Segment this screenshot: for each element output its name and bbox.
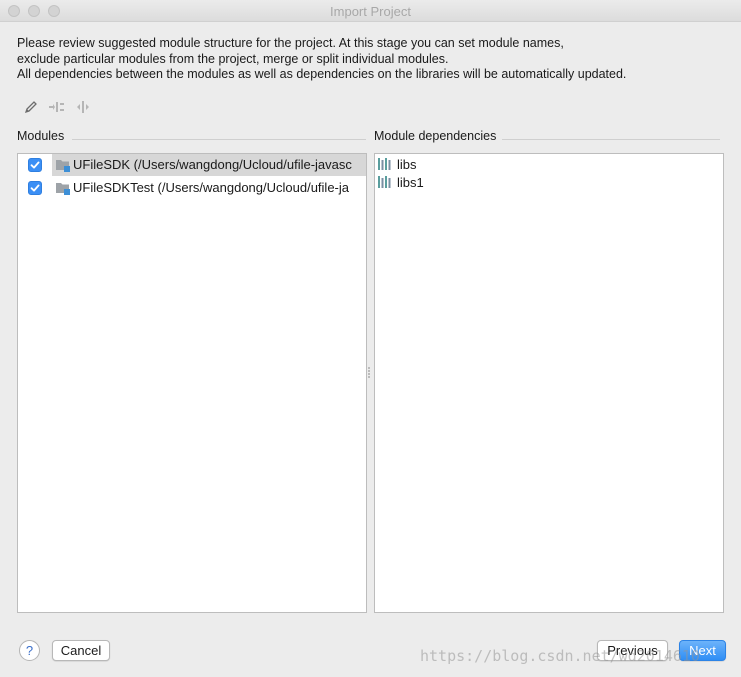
modules-list[interactable]: UFileSDK (/Users/wangdong/Ucloud/ufile-j… <box>17 153 367 613</box>
next-button[interactable]: Next <box>679 640 726 661</box>
pencil-icon[interactable] <box>22 98 40 116</box>
description-line: All dependencies between the modules as … <box>17 67 627 81</box>
description: Please review suggested module structure… <box>17 36 727 83</box>
description-line: exclude particular modules from the proj… <box>17 51 449 66</box>
module-checkbox[interactable] <box>28 158 42 172</box>
library-icon <box>378 158 391 170</box>
module-name: UFileSDK (/Users/wangdong/Ucloud/ufile-j… <box>73 157 352 172</box>
dependencies-label: Module dependencies <box>374 129 497 143</box>
description-line: Please review suggested module structure… <box>17 36 564 50</box>
module-row[interactable]: UFileSDK (/Users/wangdong/Ucloud/ufile-j… <box>18 154 366 176</box>
window-title: Import Project <box>330 4 411 19</box>
checkmark-icon <box>30 161 40 169</box>
previous-button[interactable]: Previous <box>597 640 668 661</box>
library-icon <box>378 176 391 188</box>
dependency-row[interactable]: libs <box>377 155 417 173</box>
checkmark-icon <box>30 184 40 192</box>
dependencies-separator <box>502 139 720 140</box>
module-checkbox[interactable] <box>28 181 42 195</box>
module-folder-icon <box>56 183 70 195</box>
help-button[interactable]: ? <box>19 640 40 661</box>
module-toolbar <box>22 98 92 116</box>
title-bar: Import Project <box>0 0 741 22</box>
module-row[interactable]: UFileSDKTest (/Users/wangdong/Ucloud/ufi… <box>18 177 366 199</box>
split-icon[interactable] <box>74 98 92 116</box>
dependency-name: libs1 <box>397 174 424 190</box>
modules-separator <box>72 139 366 140</box>
splitter-handle[interactable] <box>366 364 372 380</box>
dependency-row[interactable]: libs1 <box>377 173 424 191</box>
dependency-name: libs <box>397 156 417 172</box>
module-folder-icon <box>56 160 70 172</box>
modules-label: Modules <box>17 129 65 143</box>
module-name: UFileSDKTest (/Users/wangdong/Ucloud/ufi… <box>73 180 350 195</box>
cancel-button[interactable]: Cancel <box>52 640 110 661</box>
dependencies-list[interactable]: libs libs1 <box>374 153 724 613</box>
merge-icon[interactable] <box>48 98 66 116</box>
